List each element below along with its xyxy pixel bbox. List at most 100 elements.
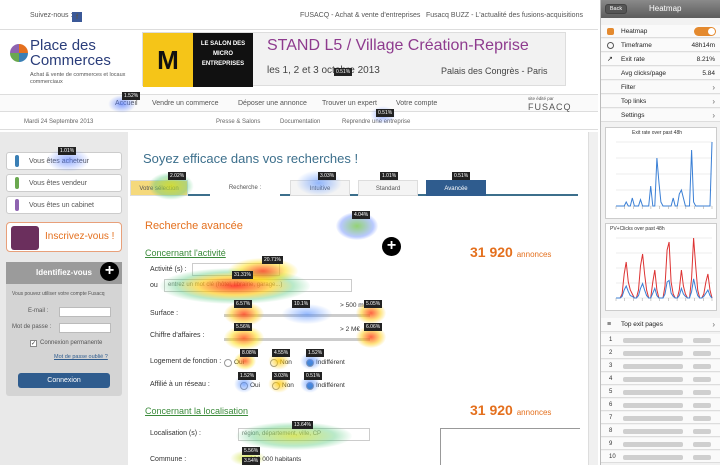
- exit-page-row[interactable]: 2: [601, 347, 720, 359]
- list-icon: ≡: [607, 321, 612, 328]
- exit-page-url-redacted: [623, 455, 683, 460]
- row-heatmap[interactable]: Heatmap: [601, 25, 720, 38]
- affilie-indiff-radio[interactable]: [306, 382, 314, 390]
- exit-page-row[interactable]: 4: [601, 373, 720, 385]
- clock-icon: [607, 42, 614, 49]
- row-top-exit-pages[interactable]: ≡ Top exit pages ›: [601, 318, 720, 332]
- tab-selection[interactable]: Votre sélection: [130, 180, 188, 196]
- role-vendeur-button[interactable]: Vous êtes vendeur: [6, 174, 122, 192]
- heatmap-toggle[interactable]: [694, 27, 716, 36]
- buzz-link[interactable]: Fusacq BUZZ - L'actualité des fusions-ac…: [426, 12, 583, 19]
- tab-avancee[interactable]: Avancée: [426, 180, 486, 196]
- row-value: 8.21%: [696, 56, 715, 63]
- exit-page-url-redacted: [623, 403, 683, 408]
- location-section-title[interactable]: Concernant la localisation: [145, 406, 248, 416]
- row-top-links[interactable]: Top links ›: [601, 95, 720, 108]
- row-label: Exit rate: [621, 56, 645, 63]
- logement-oui-label: Oui: [234, 359, 245, 366]
- exit-page-value-redacted: [693, 338, 711, 343]
- row-timeframe[interactable]: Timeframe 48h14m: [601, 39, 720, 52]
- main-nav: Accueil Vendre un commerce Déposer une a…: [0, 94, 598, 112]
- activity-count-value: 31 920: [470, 244, 513, 260]
- signup-photo: [11, 226, 39, 250]
- france-map[interactable]: [440, 428, 580, 465]
- exit-page-row[interactable]: 1: [601, 334, 720, 346]
- panel-header: Back Heatmap: [601, 0, 720, 18]
- nav-item-vendre[interactable]: Vendre un commerce: [152, 100, 219, 107]
- email-field[interactable]: [59, 307, 111, 317]
- affilie-oui-radio[interactable]: [240, 382, 248, 390]
- logo[interactable]: Place des Commerces: [30, 38, 111, 68]
- exit-page-value-redacted: [693, 377, 711, 382]
- click-badge: 20.71%: [262, 256, 283, 264]
- exit-page-row[interactable]: 10: [601, 451, 720, 463]
- exit-page-row[interactable]: 7: [601, 412, 720, 424]
- click-badge: 1.52%: [306, 349, 325, 357]
- plus-icon[interactable]: +: [100, 262, 119, 281]
- logo-subtitle: Achat & vente de commerces et locaux com…: [30, 72, 126, 85]
- nav-item-accueil[interactable]: Accueil: [115, 100, 138, 107]
- exit-page-row[interactable]: 6: [601, 399, 720, 411]
- sub-nav: Mardi 24 Septembre 2013 Presse & Salons …: [0, 116, 598, 130]
- affilie-non-radio[interactable]: [272, 382, 280, 390]
- exit-page-value-redacted: [693, 416, 711, 421]
- password-field[interactable]: [59, 323, 111, 333]
- exit-page-number: 8: [609, 428, 613, 434]
- link-reprendre[interactable]: Reprendre une entreprise: [342, 119, 410, 125]
- activite-keyword-input[interactable]: entrez un mot clé (hôtel, librairie, gar…: [164, 279, 352, 292]
- exit-rate-chart: Exit rate over past 48h: [605, 127, 717, 219]
- logo-icon: [10, 44, 28, 62]
- nav-item-compte[interactable]: Votre compte: [396, 100, 437, 107]
- event-banner[interactable]: M LE SALON DES MICRO ENTREPRISES STAND L…: [142, 32, 566, 87]
- facebook-icon[interactable]: f: [72, 12, 82, 22]
- fusacq-link[interactable]: FUSACQ - Achat & vente d'entreprises: [300, 12, 420, 19]
- link-presse[interactable]: Presse & Salons: [216, 119, 260, 125]
- nav-item-expert[interactable]: Trouver un expert: [322, 100, 377, 107]
- exit-page-number: 5: [609, 389, 613, 395]
- logement-oui-radio[interactable]: [224, 359, 232, 367]
- click-badge: 6.57%: [234, 300, 253, 308]
- activity-section-title[interactable]: Concernant l'activité: [145, 248, 226, 258]
- forgot-password-link[interactable]: Mot de passe oublié ?: [54, 354, 108, 360]
- ca-slider[interactable]: [224, 338, 370, 341]
- surface-label: Surface :: [150, 310, 179, 317]
- link-documentation[interactable]: Documentation: [280, 119, 320, 125]
- tab-intuitive[interactable]: Intuitive: [290, 180, 350, 196]
- exit-page-value-redacted: [693, 364, 711, 369]
- login-button[interactable]: Connexion: [18, 373, 110, 388]
- remember-checkbox[interactable]: ✓: [30, 340, 37, 347]
- tab-standard[interactable]: Standard: [358, 180, 418, 196]
- row-exit-rate: ↗ Exit rate 8.21%: [601, 53, 720, 66]
- toggle-knob: [708, 28, 715, 35]
- exit-page-url-redacted: [623, 351, 683, 356]
- back-button[interactable]: Back: [605, 4, 627, 14]
- exit-page-url-redacted: [623, 416, 683, 421]
- nav-item-deposer[interactable]: Déposer une annonce: [238, 100, 307, 107]
- localisation-input[interactable]: région, département, ville, CP: [238, 428, 370, 441]
- surface-slider[interactable]: [224, 314, 370, 317]
- signup-button[interactable]: Inscrivez-vous !: [6, 222, 122, 252]
- click-badge: 3.54%: [242, 457, 261, 465]
- click-badge: 1.52%: [238, 372, 257, 380]
- exit-page-row[interactable]: 5: [601, 386, 720, 398]
- role-cabinet-button[interactable]: Vous êtes un cabinet: [6, 196, 122, 214]
- logement-indiff-radio[interactable]: [306, 359, 314, 367]
- plus-icon[interactable]: +: [382, 237, 401, 256]
- page-scrollbar[interactable]: [588, 132, 598, 465]
- row-settings[interactable]: Settings ›: [601, 109, 720, 122]
- row-value: 48h14m: [691, 42, 716, 49]
- logement-label: Logement de fonction :: [150, 358, 222, 365]
- row-label: Heatmap: [621, 28, 648, 35]
- exit-page-value-redacted: [693, 403, 711, 408]
- logement-non-radio[interactable]: [270, 359, 278, 367]
- exit-page-value-redacted: [693, 351, 711, 356]
- remember-label: Connexion permanente: [40, 340, 103, 346]
- logo-title-1: Place des: [30, 37, 96, 54]
- exit-page-row[interactable]: 3: [601, 360, 720, 372]
- exit-page-number: 6: [609, 402, 613, 408]
- click-badge: 0.51%: [334, 68, 353, 76]
- exit-page-row[interactable]: 8: [601, 425, 720, 437]
- row-filter[interactable]: Filter ›: [601, 81, 720, 94]
- exit-page-row[interactable]: 9: [601, 438, 720, 450]
- brand-logo[interactable]: FUSACQ: [528, 102, 572, 112]
